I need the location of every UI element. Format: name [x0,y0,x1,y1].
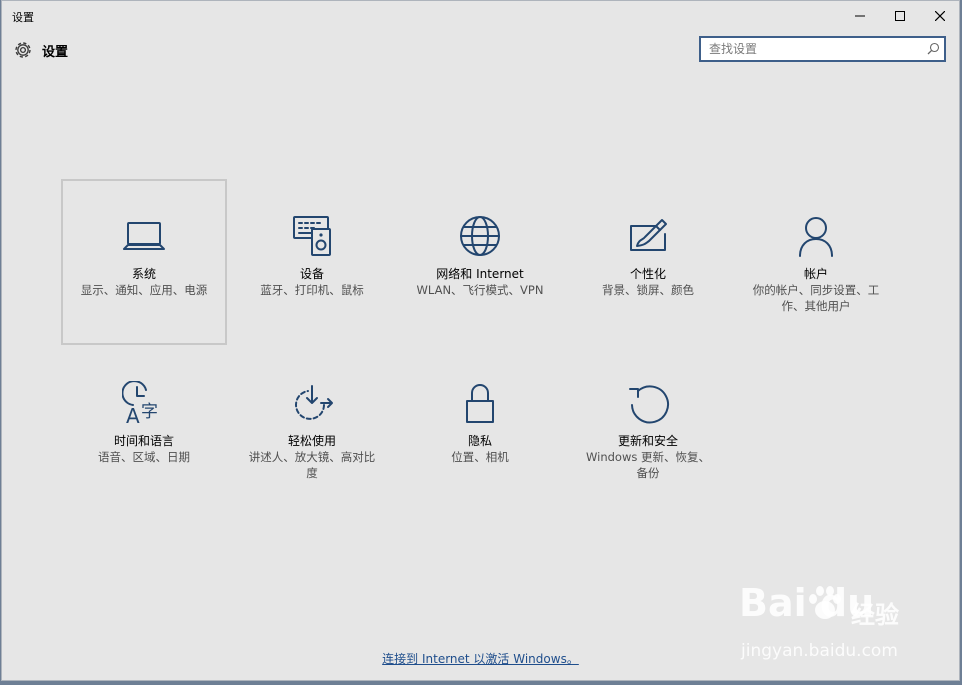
tile-description: 背景、锁屏、颜色 [602,283,694,297]
tile-label: 更新和安全 [617,434,678,448]
tile-label: 隐私 [467,434,492,448]
search-box[interactable] [699,36,946,62]
watermark-url: jingyan.baidu.com [741,641,898,661]
lock-icon [466,384,494,423]
tile-ease-of-access[interactable]: 轻松使用 讲述人、放大镜、高对比度 [229,346,395,512]
search-input[interactable] [701,38,924,60]
window-title: 设置 [12,11,34,24]
minimize-icon [855,15,865,17]
tile-label: 时间和语言 [113,434,174,448]
maximize-icon [895,11,905,21]
svg-text:字: 字 [141,402,158,422]
tile-description: 你的帐户、同步设置、工作、其他用户 [752,283,880,313]
tile-time-language[interactable]: A 字 时间和语言 语音、区域、日期 [61,346,227,512]
title-bar[interactable]: 设置 [2,1,959,31]
tile-description: WLAN、飞行模式、VPN [416,283,544,297]
gear-icon [15,42,31,58]
ease-of-access-icon [295,385,333,420]
tile-label: 系统 [131,267,156,281]
time-language-icon: A 字 [122,381,158,425]
tile-label: 网络和 Internet [436,267,524,281]
maximize-button[interactable] [880,1,920,31]
close-icon [935,11,945,21]
page-title: 设置 [42,45,69,60]
tile-description: 蓝牙、打印机、鼠标 [260,283,364,297]
tile-description: 位置、相机 [451,450,509,464]
tile-description: Windows 更新、恢复、备份 [586,450,710,480]
tile-system[interactable]: 系统 显示、通知、应用、电源 [61,179,227,345]
close-button[interactable] [920,1,960,31]
globe-icon [460,216,500,256]
tile-personalization[interactable]: 个性化 背景、锁屏、颜色 [565,179,731,345]
paw-icon [809,586,841,619]
person-icon [799,217,833,257]
tile-label: 个性化 [629,267,666,281]
baidu-watermark: Bai du 经验 jingyan.baidu.com [739,581,914,666]
tile-accounts[interactable]: 帐户 你的帐户、同步设置、工作、其他用户 [733,179,899,345]
laptop-icon [123,222,165,250]
tile-update-security[interactable]: 更新和安全 Windows 更新、恢复、备份 [565,346,731,512]
tile-description: 讲述人、放大镜、高对比度 [248,450,376,480]
tile-devices[interactable]: 设备 蓝牙、打印机、鼠标 [229,179,395,345]
personalize-icon [630,219,667,251]
devices-icon [293,216,331,256]
minimize-button[interactable] [840,1,880,31]
tile-network[interactable]: 网络和 Internet WLAN、飞行模式、VPN [397,179,563,345]
tile-label: 设备 [299,267,324,281]
update-icon [629,385,669,424]
tile-label: 轻松使用 [287,434,336,448]
tile-description: 显示、通知、应用、电源 [80,283,208,297]
svg-text:A: A [126,404,140,425]
tile-label: 帐户 [803,267,828,281]
search-icon[interactable] [927,42,940,55]
tile-privacy[interactable]: 隐私 位置、相机 [397,346,563,512]
watermark-brand: 经验 [851,601,899,629]
settings-window: 设置 设置 系统 显示、通知、应用、电源 [1,0,960,681]
tile-description: 语音、区域、日期 [98,450,190,464]
